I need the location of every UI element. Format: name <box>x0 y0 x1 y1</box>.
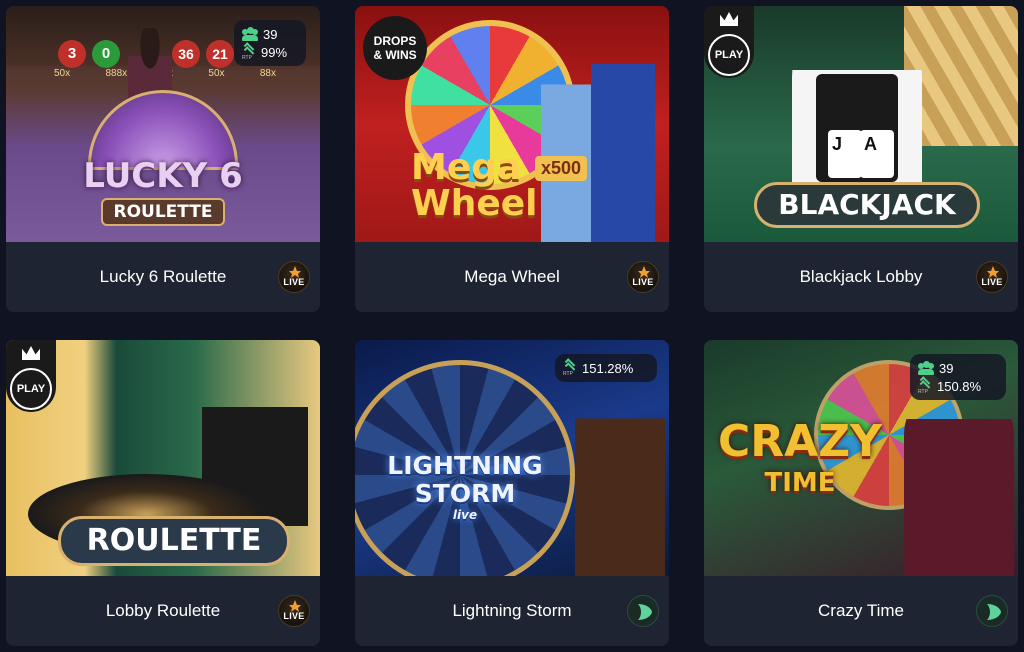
game-art-title-line: CRAZY <box>718 416 882 467</box>
game-art-title-line: LIGHTNING <box>387 451 543 480</box>
rtp-value: 150.8% <box>937 378 982 394</box>
provider-logo-icon <box>976 595 1008 627</box>
promo-badge: DROPS & WINS <box>363 16 427 80</box>
rtp-arrow-icon: RTP <box>242 42 256 61</box>
game-card-footer: Lightning Storm <box>355 576 669 646</box>
game-art-title: CRAZY TIME <box>710 416 890 498</box>
game-name[interactable]: Lobby Roulette <box>6 576 320 646</box>
game-thumbnail[interactable]: J A BLACKJACK PLAY <box>704 6 1018 242</box>
players-icon <box>242 27 258 41</box>
host-figure <box>904 380 1014 576</box>
game-name[interactable]: Crazy Time <box>704 576 1018 646</box>
game-card-lucky-6-roulette[interactable]: 3 0 36 21 50x 888x 8x 50x 88x LUCKY 6 RO… <box>6 6 320 312</box>
host-figure <box>575 374 665 576</box>
multiplier-label: 888x <box>105 68 128 79</box>
game-card-mega-wheel[interactable]: DROPS & WINS Mega Wheel x500 Mega Wheel … <box>355 6 669 312</box>
multiplier-label: 50x <box>54 68 71 79</box>
game-name[interactable]: Lucky 6 Roulette <box>6 242 320 312</box>
game-art-title-line: STORM <box>414 479 516 508</box>
game-thumbnail[interactable]: DROPS & WINS Mega Wheel x500 <box>355 6 669 242</box>
host-figure <box>591 30 655 242</box>
game-art-subtitle: ROULETTE <box>101 198 225 226</box>
live-badge-icon: LIVE <box>627 261 659 293</box>
game-stats-overlay: 39 RTP 99% <box>234 20 306 66</box>
rtp-value: 99% <box>261 44 288 60</box>
player-count: 39 <box>939 360 954 376</box>
game-art-title-line: Mega <box>411 147 522 188</box>
game-card-footer: Crazy Time <box>704 576 1018 646</box>
rtp-arrow-icon: RTP <box>918 376 932 395</box>
game-card-footer: Lucky 6 Roulette LIVE <box>6 242 320 312</box>
player-count: 39 <box>263 26 278 42</box>
game-thumbnail[interactable]: LIGHTNING STORM live RTP 151.28% <box>355 340 669 576</box>
game-card-blackjack-lobby[interactable]: J A BLACKJACK PLAY Blackjack Lobby LIVE <box>704 6 1018 312</box>
game-stats-overlay: 39 RTP 150.8% <box>910 354 1006 400</box>
game-card-footer: Mega Wheel LIVE <box>355 242 669 312</box>
game-thumbnail[interactable]: 3 0 36 21 50x 888x 8x 50x 88x LUCKY 6 RO… <box>6 6 320 242</box>
live-badge-icon: LIVE <box>278 261 310 293</box>
live-badge-icon: LIVE <box>278 595 310 627</box>
game-card-footer: Lobby Roulette LIVE <box>6 576 320 646</box>
game-name[interactable]: Mega Wheel <box>355 242 669 312</box>
game-card-footer: Blackjack Lobby LIVE <box>704 242 1018 312</box>
dealer-figure <box>128 28 172 98</box>
provider-logo-icon <box>627 595 659 627</box>
multiplier-label: 50x <box>208 68 225 79</box>
game-thumbnail[interactable]: ROULETTE PLAY <box>6 340 320 576</box>
game-art-title-line: TIME <box>764 468 836 498</box>
game-grid: 3 0 36 21 50x 888x 8x 50x 88x LUCKY 6 RO… <box>0 0 1024 652</box>
play-badge-icon: PLAY <box>6 340 56 412</box>
number-tile: 21 <box>206 40 234 68</box>
players-icon <box>918 361 934 375</box>
number-tile: 0 <box>92 40 120 68</box>
game-art-title: LIGHTNING STORM live <box>365 451 565 523</box>
game-name[interactable]: Lightning Storm <box>355 576 669 646</box>
game-art-tag: live <box>452 508 478 522</box>
play-badge-icon: PLAY <box>704 6 754 78</box>
number-tile: 36 <box>172 40 200 68</box>
rtp-arrow-icon: RTP <box>563 358 577 377</box>
game-card-lobby-roulette[interactable]: ROULETTE PLAY Lobby Roulette LIVE <box>6 340 320 646</box>
game-thumbnail[interactable]: CRAZY TIME 39 RTP 150.8% <box>704 340 1018 576</box>
rtp-value: 151.28% <box>582 360 634 376</box>
number-tile: 3 <box>58 40 86 68</box>
game-name[interactable]: Blackjack Lobby <box>704 242 1018 312</box>
game-art-title: ROULETTE <box>58 516 290 566</box>
game-art-title: LUCKY 6 <box>83 156 243 196</box>
game-stats-overlay: RTP 151.28% <box>555 354 657 382</box>
game-art-title: Mega Wheel <box>411 150 538 222</box>
playing-card: J <box>828 130 862 178</box>
game-art-title-line: Wheel <box>411 183 538 224</box>
game-card-crazy-time[interactable]: CRAZY TIME 39 RTP 150.8% Crazy Time <box>704 340 1018 646</box>
game-card-lightning-storm[interactable]: LIGHTNING STORM live RTP 151.28% Lightni… <box>355 340 669 646</box>
multiplier-label: 88x <box>259 68 276 79</box>
multiplier-tag: x500 <box>535 156 588 181</box>
live-badge-icon: LIVE <box>976 261 1008 293</box>
game-art-title: BLACKJACK <box>754 182 980 228</box>
playing-card: A <box>860 130 894 178</box>
